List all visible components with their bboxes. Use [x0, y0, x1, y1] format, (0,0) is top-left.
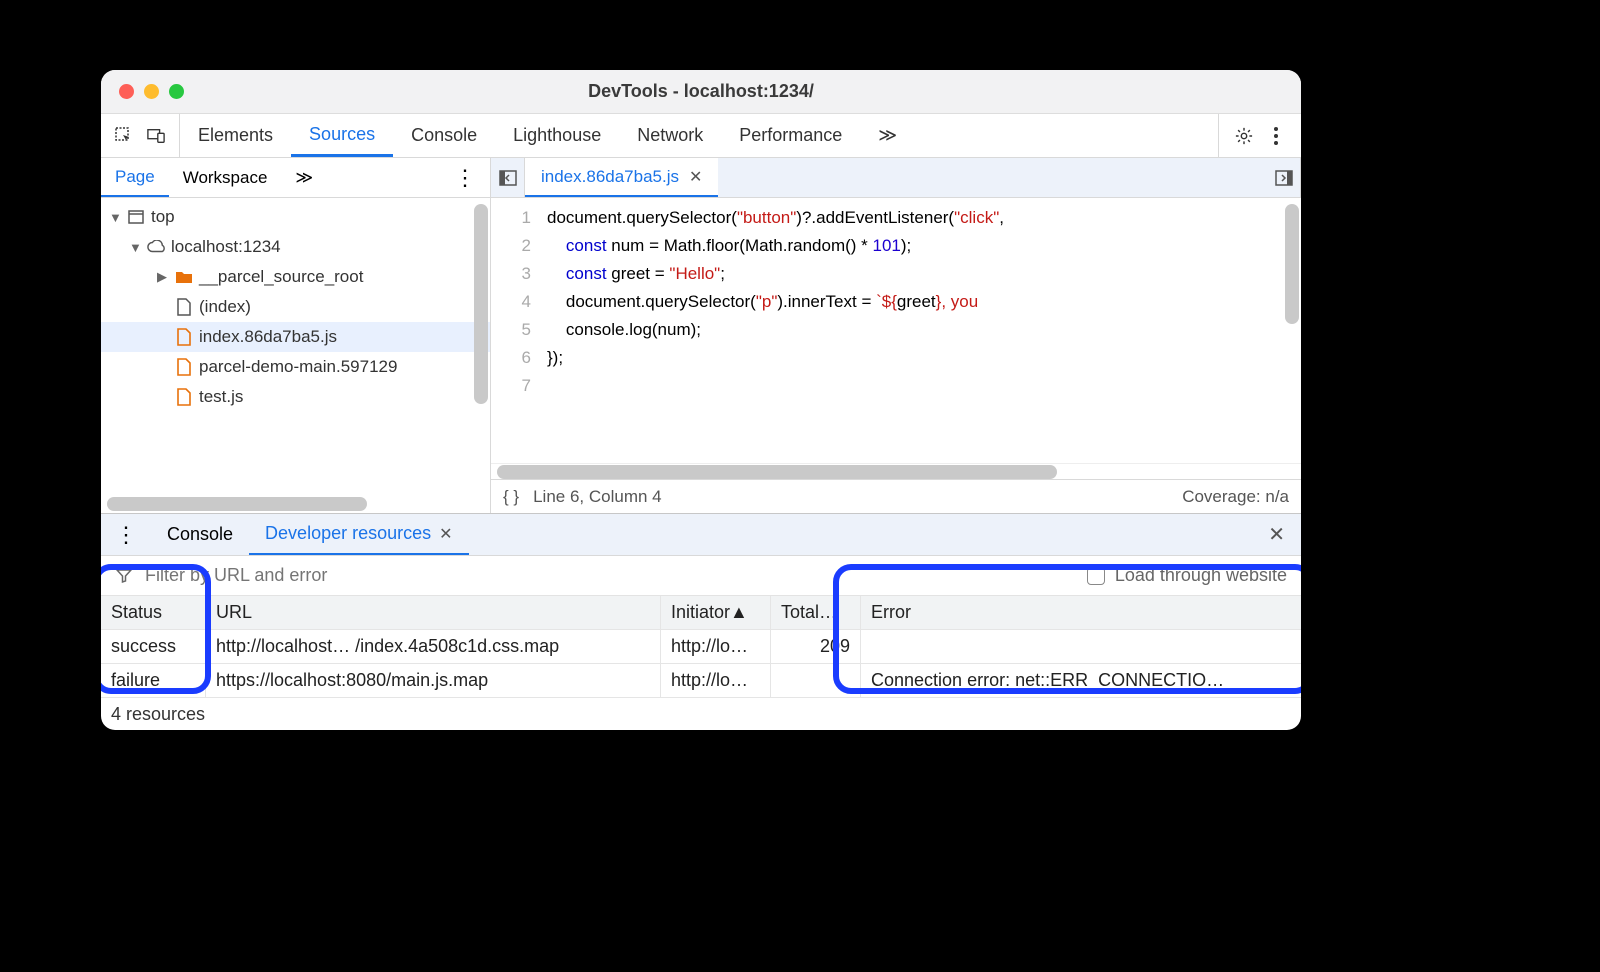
tabs-overflow[interactable]: ≫	[860, 114, 915, 157]
tree-file-selected[interactable]: index.86da7ba5.js	[101, 322, 490, 352]
cell-total: 209	[771, 630, 861, 663]
pretty-print-icon[interactable]: { }	[503, 487, 519, 507]
tree-file[interactable]: test.js	[101, 382, 490, 412]
cell-total	[771, 664, 861, 697]
close-drawer-icon[interactable]: ✕	[1252, 522, 1301, 547]
tree-top-label: top	[151, 207, 175, 227]
col-initiator[interactable]: Initiator▲	[661, 596, 771, 629]
drawer-tab-label: Developer resources	[265, 523, 431, 544]
tree-file-label: index.86da7ba5.js	[199, 327, 337, 347]
editor-hscrollbar[interactable]	[497, 465, 1057, 479]
editor-scrollbar[interactable]	[1285, 204, 1299, 324]
folder-icon	[175, 268, 193, 286]
tree-host-label: localhost:1234	[171, 237, 281, 257]
col-error[interactable]: Error	[861, 596, 1301, 629]
load-through-checkbox[interactable]	[1087, 567, 1105, 585]
navigator-menu-icon[interactable]: ⋮	[440, 165, 490, 191]
code-content[interactable]: document.querySelector("button")?.addEve…	[541, 198, 1301, 463]
col-total[interactable]: Total…	[771, 596, 861, 629]
tree-scrollbar[interactable]	[474, 204, 488, 404]
cell-url: http://localhost… /index.4a508c1d.css.ma…	[206, 630, 661, 663]
coverage-status: Coverage: n/a	[1182, 487, 1289, 507]
cloud-icon	[147, 238, 165, 256]
cell-status: failure	[101, 664, 206, 697]
drawer-tab-devresources[interactable]: Developer resources ✕	[249, 514, 468, 555]
resources-table: Status URL Initiator▲ Total… Error succe…	[101, 596, 1301, 698]
filter-bar: Load through website	[101, 556, 1301, 596]
filter-input[interactable]	[143, 564, 1077, 587]
navigator-pane: Page Workspace ≫ ⋮ ▼ top ▼ localhost:123…	[101, 158, 491, 513]
inspect-icon[interactable]	[115, 127, 133, 145]
tab-elements[interactable]: Elements	[180, 114, 291, 157]
tree-file-index[interactable]: (index)	[101, 292, 490, 322]
tab-performance[interactable]: Performance	[721, 114, 860, 157]
tree-folder[interactable]: ▶ __parcel_source_root	[101, 262, 490, 292]
cell-initiator: http://lo…	[661, 664, 771, 697]
col-status[interactable]: Status	[101, 596, 206, 629]
close-tab-icon[interactable]: ✕	[689, 167, 702, 187]
table-row[interactable]: success http://localhost… /index.4a508c1…	[101, 630, 1301, 664]
toggle-debugger-icon[interactable]	[1267, 158, 1301, 197]
col-url[interactable]: URL	[206, 596, 661, 629]
tab-sources[interactable]: Sources	[291, 114, 393, 157]
table-row[interactable]: failure https://localhost:8080/main.js.m…	[101, 664, 1301, 698]
close-drawer-tab-icon[interactable]: ✕	[439, 524, 452, 544]
drawer-menu-icon[interactable]: ⋮	[101, 522, 151, 548]
file-js-icon	[175, 388, 193, 406]
tree-file-label: (index)	[199, 297, 251, 317]
code-editor[interactable]: 1234567 document.querySelector("button")…	[491, 198, 1301, 463]
tree-file[interactable]: parcel-demo-main.597129	[101, 352, 490, 382]
navigator-tabs-overflow[interactable]: ≫	[281, 158, 327, 197]
cell-status: success	[101, 630, 206, 663]
editor-pane: index.86da7ba5.js ✕ 1234567 document.que…	[491, 158, 1301, 513]
editor-tab[interactable]: index.86da7ba5.js ✕	[525, 158, 718, 197]
devtools-window: DevTools - localhost:1234/ Elements Sour…	[101, 70, 1301, 730]
file-icon	[175, 298, 193, 316]
cursor-position: Line 6, Column 4	[533, 487, 662, 507]
file-js-icon	[175, 328, 193, 346]
window-title: DevTools - localhost:1234/	[101, 81, 1301, 102]
file-tree[interactable]: ▼ top ▼ localhost:1234 ▶ __parcel_source…	[101, 198, 490, 513]
editor-tab-label: index.86da7ba5.js	[541, 167, 679, 187]
frame-icon	[127, 208, 145, 226]
cell-url: https://localhost:8080/main.js.map	[206, 664, 661, 697]
titlebar: DevTools - localhost:1234/	[101, 70, 1301, 114]
file-js-icon	[175, 358, 193, 376]
toggle-navigator-icon[interactable]	[491, 158, 525, 197]
settings-icon[interactable]	[1235, 127, 1253, 145]
navigator-tab-page[interactable]: Page	[101, 158, 169, 197]
main-toolbar: Elements Sources Console Lighthouse Netw…	[101, 114, 1301, 158]
tree-file-label: parcel-demo-main.597129	[199, 357, 397, 377]
cell-error: Connection error: net::ERR_CONNECTIO…	[861, 664, 1301, 697]
tree-file-label: test.js	[199, 387, 243, 407]
cell-error	[861, 630, 1301, 663]
table-footer: 4 resources	[101, 698, 1301, 730]
cell-initiator: http://lo…	[661, 630, 771, 663]
editor-status-bar: { } Line 6, Column 4 Coverage: n/a	[491, 479, 1301, 513]
drawer: ⋮ Console Developer resources ✕ ✕ Load t…	[101, 513, 1301, 730]
table-header: Status URL Initiator▲ Total… Error	[101, 596, 1301, 630]
filter-icon[interactable]	[115, 567, 133, 585]
tab-console[interactable]: Console	[393, 114, 495, 157]
device-toolbar-icon[interactable]	[147, 127, 165, 145]
load-through-label: Load through website	[1115, 565, 1287, 586]
tab-network[interactable]: Network	[619, 114, 721, 157]
navigator-tab-workspace[interactable]: Workspace	[169, 158, 282, 197]
tree-host[interactable]: ▼ localhost:1234	[101, 232, 490, 262]
drawer-tab-console[interactable]: Console	[151, 514, 249, 555]
kebab-menu-icon[interactable]	[1267, 127, 1285, 145]
tab-lighthouse[interactable]: Lighthouse	[495, 114, 619, 157]
tree-folder-label: __parcel_source_root	[199, 267, 363, 287]
line-gutter: 1234567	[491, 198, 541, 463]
tree-hscrollbar[interactable]	[107, 497, 367, 511]
tree-top[interactable]: ▼ top	[101, 202, 490, 232]
